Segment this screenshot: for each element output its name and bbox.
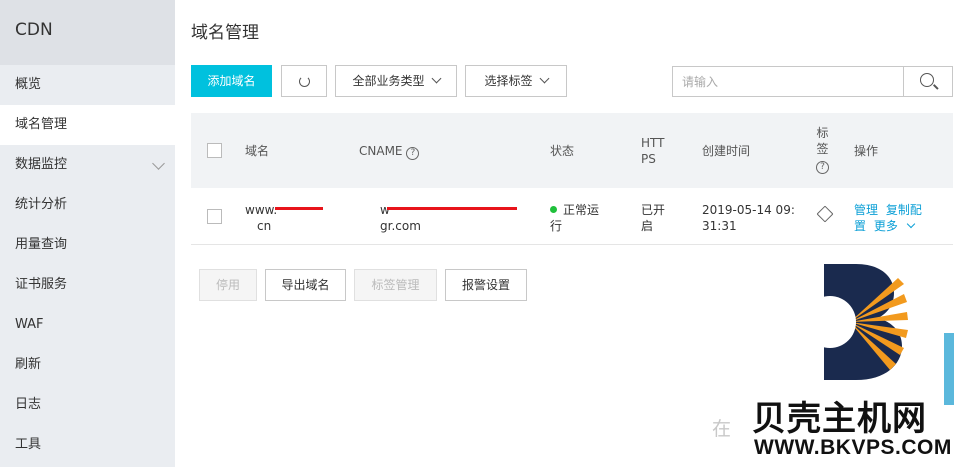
- export-domains-button[interactable]: 导出域名: [265, 269, 346, 301]
- cname-line1: w: [380, 203, 390, 217]
- cname-line2: gr.com: [380, 219, 421, 233]
- manage-link[interactable]: 管理: [854, 203, 878, 217]
- https-cell: 已开 启: [641, 202, 665, 234]
- business-type-label: 全部业务类型: [352, 74, 425, 88]
- tag-management-button[interactable]: 标签管理: [354, 269, 437, 301]
- alarm-settings-button[interactable]: 报警设置: [445, 269, 527, 301]
- header-tag-line2: 签: [816, 142, 829, 156]
- header-cname-label: CNAME: [359, 144, 403, 158]
- redaction-mark: [387, 207, 517, 210]
- disable-button[interactable]: 停用: [199, 269, 257, 301]
- watermark-brand: 贝壳主机网: [752, 399, 927, 439]
- header-actions: 操作: [854, 144, 879, 158]
- tag-select-label: 选择标签: [484, 74, 533, 88]
- more-link[interactable]: 更多: [874, 219, 898, 233]
- header-tag-line1: 标: [816, 126, 829, 140]
- select-all-checkbox[interactable]: [207, 143, 222, 158]
- refresh-button[interactable]: [281, 65, 327, 97]
- tag-select[interactable]: 选择标签: [465, 65, 567, 97]
- sidebar-item-label: 数据监控: [15, 157, 68, 172]
- domain-line1[interactable]: www.: [245, 202, 335, 218]
- chevron-down-icon: [539, 73, 549, 84]
- https-line2: 启: [641, 219, 654, 233]
- https-line1: 已开: [641, 203, 666, 217]
- table-header: 域名 CNAME ? 状态 HTT PS 创建时间 标 签 ? 操作: [191, 113, 953, 188]
- copy-config-link-cont[interactable]: 置: [854, 219, 866, 233]
- sidebar-item-statistics[interactable]: 统计分析: [0, 185, 175, 225]
- header-https-line2: PS: [641, 152, 656, 166]
- created-line1: 2019-05-14 09:: [702, 203, 795, 217]
- search-input[interactable]: [673, 67, 903, 96]
- sidebar-title: CDN: [0, 0, 175, 65]
- help-icon[interactable]: ?: [816, 161, 829, 174]
- sidebar: CDN 概览 域名管理 数据监控 统计分析 用量查询 证书服务 WAF 刷新 日…: [0, 0, 175, 467]
- search-icon: [920, 73, 934, 87]
- actions-cell: 管理 复制配 置 更多: [854, 202, 934, 234]
- watermark-faint-text: 在: [712, 418, 732, 440]
- search-box: [672, 66, 953, 97]
- created-cell: 2019-05-14 09: 31:31: [702, 202, 795, 234]
- sidebar-item-domain-management[interactable]: 域名管理: [0, 105, 175, 145]
- header-https-line1: HTT: [641, 136, 665, 150]
- table-row: www. cn w gr.com 正常运 行 已开 启 2019-05-14 0…: [191, 188, 953, 245]
- status-cell: 正常运 行: [550, 202, 599, 234]
- created-line2: 31:31: [702, 219, 737, 233]
- status-dot-icon: [550, 206, 557, 213]
- tag-icon[interactable]: [816, 205, 834, 223]
- sidebar-item-data-monitoring[interactable]: 数据监控: [0, 145, 175, 185]
- domain-table: 域名 CNAME ? 状态 HTT PS 创建时间 标 签 ? 操作 www. …: [191, 113, 953, 245]
- header-domain: 域名: [245, 144, 270, 158]
- chevron-down-icon: [152, 157, 165, 170]
- sidebar-item-usage-query[interactable]: 用量查询: [0, 225, 175, 265]
- sidebar-item-tools[interactable]: 工具: [0, 425, 175, 465]
- copy-config-link[interactable]: 复制配: [886, 203, 922, 217]
- status-line1: 正常运: [563, 203, 600, 217]
- sidebar-item-certificates[interactable]: 证书服务: [0, 265, 175, 305]
- header-status: 状态: [550, 144, 575, 158]
- domain-line2[interactable]: cn: [245, 218, 335, 234]
- help-icon[interactable]: ?: [406, 147, 420, 160]
- search-button[interactable]: [903, 67, 952, 96]
- bkvps-logo: [804, 264, 908, 380]
- header-https: HTT PS: [641, 135, 664, 167]
- sidebar-item-logs[interactable]: 日志: [0, 385, 175, 425]
- chevron-down-icon: [431, 73, 441, 84]
- side-feedback-tab[interactable]: [944, 333, 954, 405]
- sidebar-item-waf[interactable]: WAF: [0, 305, 175, 345]
- status-line2: 行: [550, 219, 563, 233]
- sidebar-item-overview[interactable]: 概览: [0, 65, 175, 105]
- header-tag: 标 签 ?: [816, 125, 829, 174]
- chevron-down-icon[interactable]: [906, 219, 915, 229]
- sidebar-item-refresh[interactable]: 刷新: [0, 345, 175, 385]
- header-created: 创建时间: [702, 144, 751, 158]
- business-type-select[interactable]: 全部业务类型: [335, 65, 457, 97]
- watermark-url: WWW.BKVPS.COM: [754, 436, 952, 459]
- redaction-mark: [275, 207, 323, 210]
- add-domain-button[interactable]: 添加域名: [191, 65, 272, 97]
- page-title: 域名管理: [191, 23, 259, 43]
- search-icon-handle: [933, 84, 939, 90]
- refresh-icon: [298, 76, 310, 87]
- header-cname: CNAME ?: [359, 143, 420, 160]
- row-checkbox[interactable]: [207, 209, 222, 224]
